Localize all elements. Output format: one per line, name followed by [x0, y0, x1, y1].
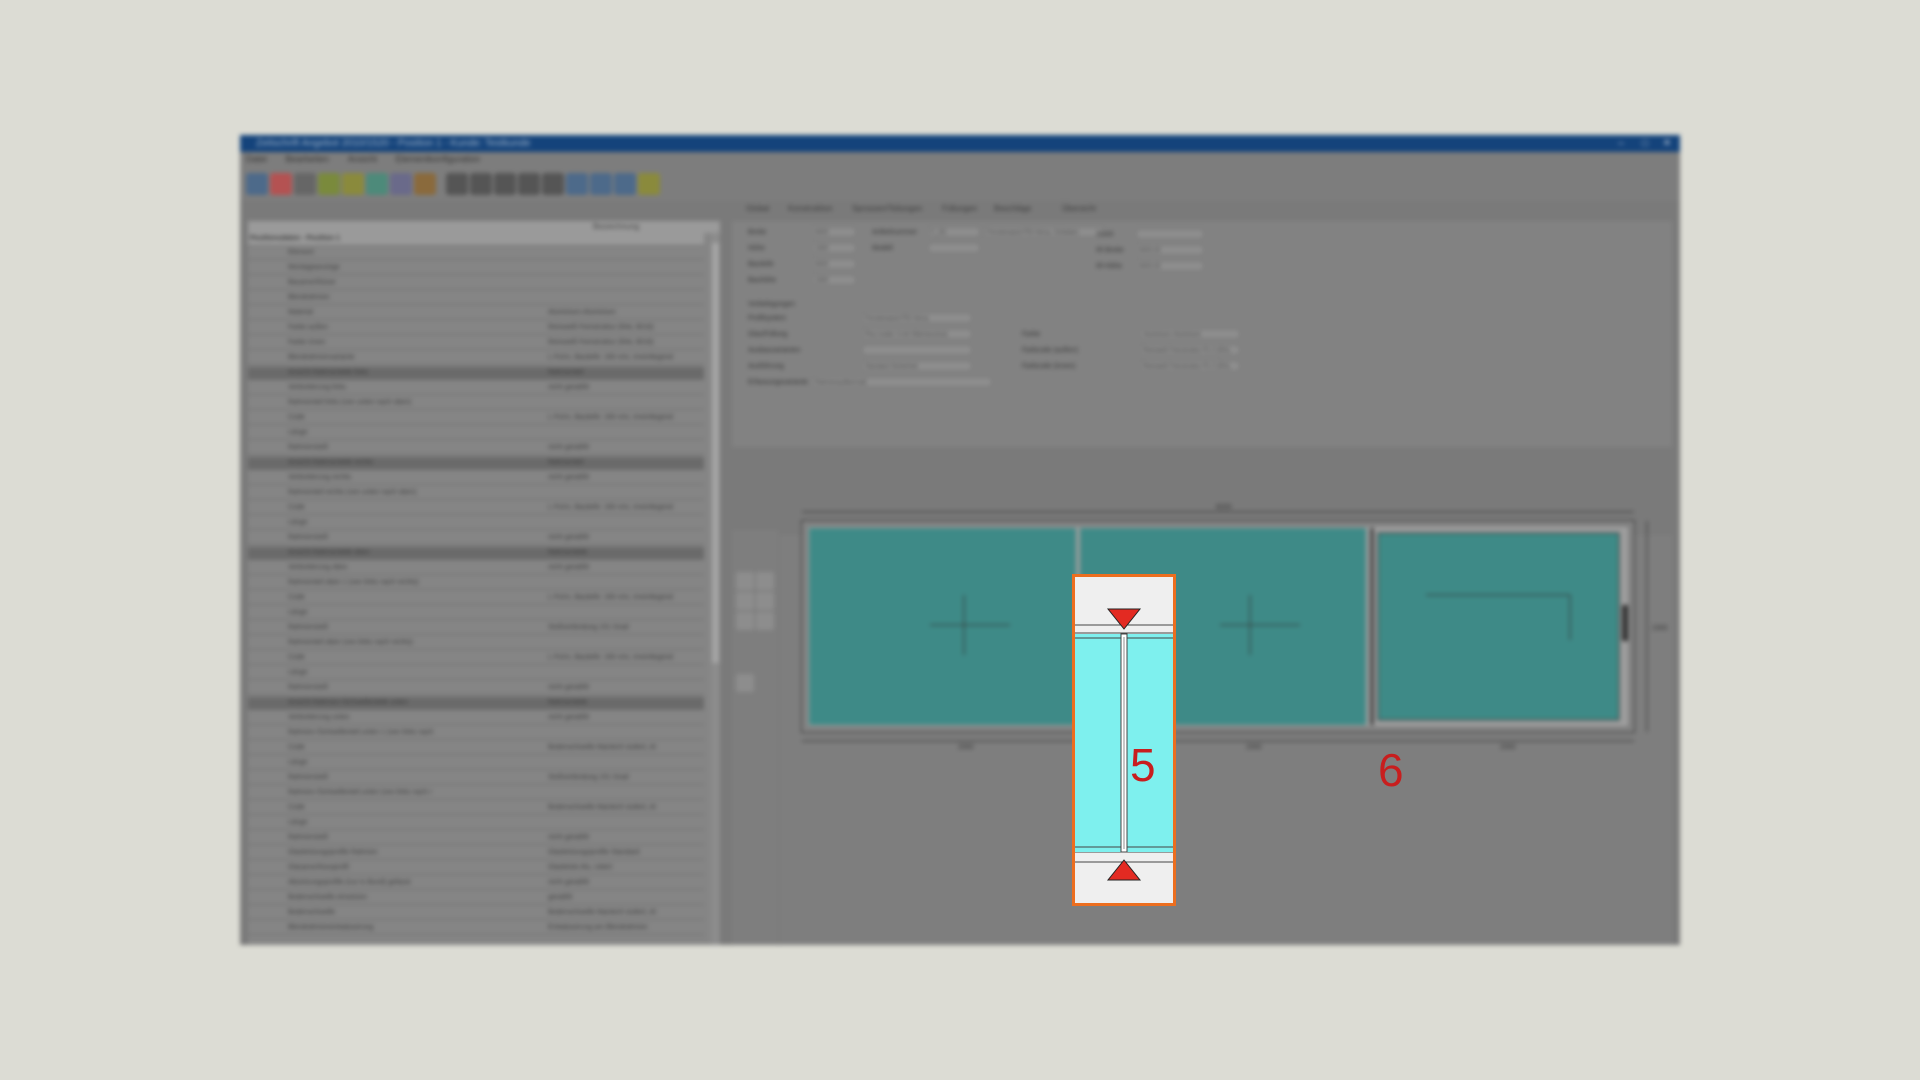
highlight-drawing [1075, 608, 1173, 881]
dim-bottom-label-2: 2000 [1246, 744, 1262, 751]
glass-pane-right[interactable] [1377, 532, 1620, 721]
marker-arrow-down-icon [1106, 608, 1142, 630]
highlight-frame: 5 [1072, 574, 1176, 906]
dim-bottom-label-3: 2000 [1500, 744, 1516, 751]
dim-top-label: 6000 [1216, 504, 1232, 511]
dim-bottom-label-1: 2000 [958, 744, 974, 751]
window-drawing: 6000 2000 2000 2000 2300 [801, 504, 1668, 751]
app-window: Zeitschrift Angebot 2010/1520 - Position… [240, 135, 1680, 945]
callout-number-5: 5 [1130, 739, 1156, 791]
glass-pane-left[interactable] [809, 528, 1076, 725]
handle[interactable] [1622, 605, 1628, 641]
dim-side-label: 2300 [1652, 625, 1668, 632]
callout-number-6: 6 [1378, 744, 1404, 796]
marker-arrow-up-icon [1106, 859, 1142, 881]
